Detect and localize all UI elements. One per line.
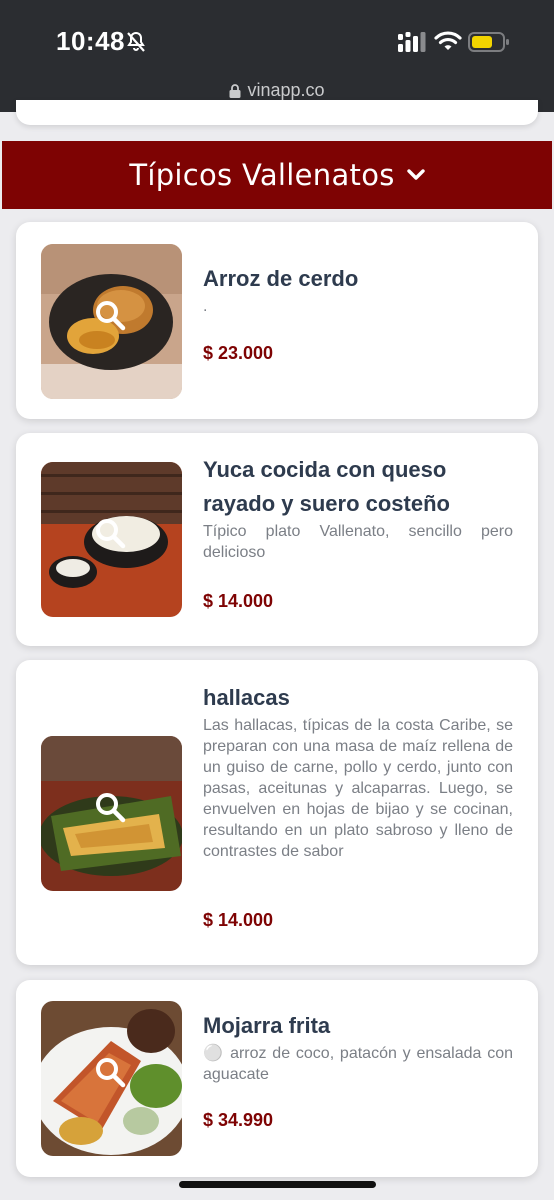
status-bar: 10:48 xyxy=(0,0,554,80)
zoom-icon xyxy=(96,301,126,331)
product-description: Típico plato Vallenato, sencillo pero de… xyxy=(203,523,513,561)
product-description: . xyxy=(203,298,208,315)
product-description: Las hallacas, típicas de la costa Caribe… xyxy=(203,717,513,860)
zoom-icon xyxy=(96,519,126,549)
product-card[interactable]: hallacas Las hallacas, típicas de la cos… xyxy=(16,660,538,965)
url-text: vinapp.co xyxy=(247,80,325,100)
product-card[interactable]: Yuca cocida con queso rayado y suero cos… xyxy=(16,433,538,646)
product-price: $ 34.990 xyxy=(203,1110,274,1130)
product-title: hallacas xyxy=(203,685,290,710)
previous-card xyxy=(16,100,538,125)
product-description: ⚪ arroz de coco, patacón y ensalada con … xyxy=(203,1045,513,1083)
category-header[interactable]: Típicos Vallenatos xyxy=(2,141,552,209)
product-price: $ 23.000 xyxy=(203,343,274,363)
product-card[interactable]: Arroz de cerdo . $ 23.000 xyxy=(16,222,538,419)
product-card[interactable]: Mojarra frita ⚪ arroz de coco, patacón y… xyxy=(16,980,538,1177)
product-title: Arroz de cerdo xyxy=(203,266,359,291)
lock-icon xyxy=(229,84,241,98)
status-time: 10:48 xyxy=(56,26,125,56)
zoom-icon xyxy=(96,793,126,823)
product-price: $ 14.000 xyxy=(203,591,274,611)
zoom-icon xyxy=(96,1058,126,1088)
wifi-icon xyxy=(434,31,462,50)
product-price: $ 14.000 xyxy=(203,910,274,930)
signal-icon xyxy=(398,32,426,52)
chevron-down-icon xyxy=(406,169,425,180)
product-image[interactable] xyxy=(41,736,182,891)
home-indicator[interactable] xyxy=(179,1181,376,1188)
bell-muted-icon xyxy=(127,31,145,52)
product-image[interactable] xyxy=(41,462,182,617)
product-image[interactable] xyxy=(41,244,182,399)
product-title: Yuca cocida con queso rayado y suero cos… xyxy=(203,457,450,516)
category-title: Típicos Vallenatos xyxy=(129,158,395,192)
battery-icon xyxy=(468,32,509,52)
product-title: Mojarra frita xyxy=(203,1013,331,1038)
product-image[interactable] xyxy=(41,1001,182,1156)
